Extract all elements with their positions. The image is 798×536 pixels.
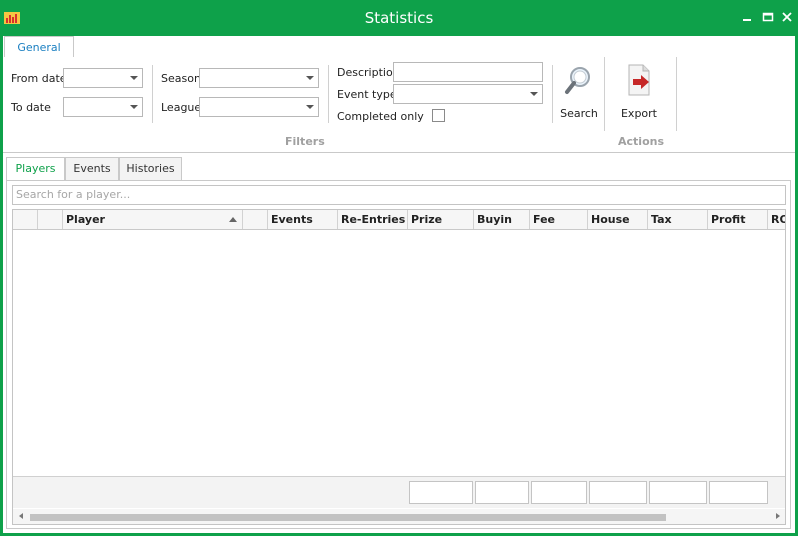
client-area: General From date To date Season League … [3,36,795,533]
separator [552,65,553,123]
from-date-label: From date [11,72,67,85]
ribbon-tab-general[interactable]: General [4,36,74,58]
scroll-right-icon[interactable] [776,513,780,519]
column-header-buyin[interactable]: Buyin [474,210,530,229]
window-title: Statistics [364,9,434,27]
title-bar[interactable]: Statistics [0,0,798,36]
league-label: League [161,101,202,114]
minimize-button[interactable] [740,10,754,24]
players-grid: Player Events Re-Entries Prize Buyin Fee… [12,209,786,525]
season-label: Season [161,72,201,85]
column-header-blank[interactable] [243,210,268,229]
summary-prize [409,481,473,504]
search-button[interactable]: Search [555,61,603,125]
chevron-down-icon [130,76,138,80]
chevron-down-icon [130,105,138,109]
column-header-fee[interactable]: Fee [530,210,588,229]
grid-header: Player Events Re-Entries Prize Buyin Fee… [13,210,785,230]
ribbon-panel: From date To date Season League Descript… [3,57,795,153]
maximize-button[interactable] [761,10,775,24]
completed-only-label: Completed only [337,110,424,123]
close-icon [782,12,792,22]
horizontal-scrollbar[interactable] [13,509,785,524]
from-date-picker[interactable] [63,68,143,88]
event-type-select[interactable] [393,84,543,104]
column-header-tax[interactable]: Tax [648,210,708,229]
separator [676,57,677,131]
chevron-down-icon [306,105,314,109]
column-header-re-entries[interactable]: Re-Entries [338,210,408,229]
to-date-picker[interactable] [63,97,143,117]
summary-tax [649,481,707,504]
export-button[interactable]: Export [615,61,663,125]
event-type-label: Event type [337,88,397,101]
column-header-events[interactable]: Events [268,210,338,229]
maximize-icon [762,12,774,22]
to-date-label: To date [11,101,51,114]
search-button-label: Search [560,107,598,120]
separator [328,65,329,123]
league-select[interactable] [199,97,319,117]
column-header-indicator[interactable] [13,210,38,229]
separator [604,57,605,131]
summary-house [589,481,647,504]
ribbon-tab-bar: General [3,36,795,58]
grid-summary-footer [13,476,785,508]
magnifier-search-icon [565,67,590,94]
column-header-label: Player [66,213,105,226]
completed-only-checkbox[interactable] [432,109,445,122]
summary-buyin [475,481,529,504]
chevron-down-icon [530,92,538,96]
export-button-label: Export [620,107,657,120]
summary-fee [531,481,587,504]
players-panel: Search for a player... Player Events Re-… [6,180,791,529]
column-header-blank[interactable] [38,210,63,229]
column-header-profit[interactable]: Profit [708,210,768,229]
tab-players[interactable]: Players [6,157,65,181]
description-input[interactable] [393,62,543,82]
column-header-prize[interactable]: Prize [408,210,474,229]
sort-ascending-icon [229,217,237,222]
scroll-left-icon[interactable] [19,513,23,519]
scrollbar-thumb[interactable] [30,514,666,521]
actions-group-label: Actions [618,135,664,148]
tab-histories[interactable]: Histories [119,157,182,180]
summary-profit [709,481,768,504]
minimize-icon [743,19,751,21]
column-header-house[interactable]: House [588,210,648,229]
column-header-player[interactable]: Player [63,210,243,229]
filters-group-label: Filters [285,135,325,148]
close-button[interactable] [780,10,794,24]
chevron-down-icon [306,76,314,80]
column-header-ro[interactable]: RO [768,210,785,229]
season-select[interactable] [199,68,319,88]
description-label: Description [337,66,400,79]
statistics-window: Statistics General From date To date Sea… [0,0,798,536]
tab-events[interactable]: Events [65,157,119,180]
player-search-input[interactable]: Search for a player... [12,185,786,205]
export-icon [628,64,650,96]
separator [152,65,153,123]
